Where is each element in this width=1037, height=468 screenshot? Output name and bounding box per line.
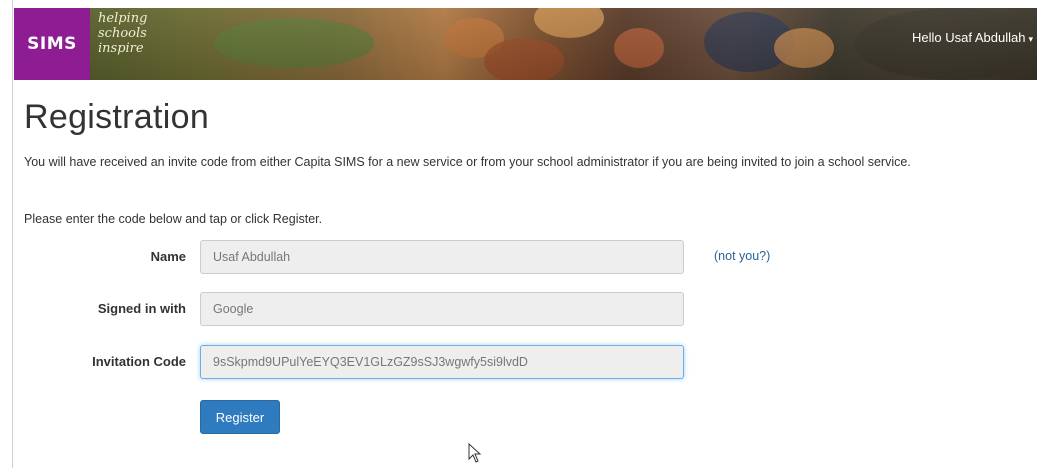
invitation-code-input[interactable]: 9sSkpmd9UPulYeEYQ3EV1GLzGZ9sSJ3wgwfy5si9… bbox=[200, 345, 684, 379]
tagline-line-1: helping bbox=[98, 11, 148, 26]
instruction-text: Please enter the code below and tap or c… bbox=[24, 212, 323, 226]
name-field[interactable]: Usaf Abdullah bbox=[200, 240, 684, 274]
not-you-link[interactable]: (not you?) bbox=[714, 249, 770, 263]
register-button[interactable]: Register bbox=[200, 400, 280, 434]
mouse-pointer-icon bbox=[468, 443, 482, 463]
caret-down-icon: ▾ bbox=[1028, 34, 1033, 44]
user-greeting: Hello Usaf Abdullah bbox=[912, 30, 1026, 45]
intro-text: You will have received an invite code fr… bbox=[24, 155, 911, 169]
sims-logo[interactable]: SIMS bbox=[14, 8, 90, 80]
tagline-line-2: schools bbox=[98, 26, 147, 41]
site-header: SIMS helping schools inspire Hello Usaf … bbox=[14, 8, 1037, 80]
page-title: Registration bbox=[24, 98, 210, 136]
invitation-label: Invitation Code bbox=[92, 354, 186, 369]
tagline: helping schools inspire bbox=[98, 8, 188, 80]
signed-in-field[interactable]: Google bbox=[200, 292, 684, 326]
logo-text: SIMS bbox=[27, 34, 77, 54]
signed-in-row: Signed in with Google bbox=[24, 292, 1024, 326]
user-menu[interactable]: Hello Usaf Abdullah ▾ bbox=[912, 30, 1033, 45]
signed-in-label: Signed in with bbox=[97, 301, 186, 316]
tagline-line-3: inspire bbox=[98, 41, 144, 56]
name-label: Name bbox=[150, 249, 186, 264]
main-content: Registration You will have received an i… bbox=[24, 94, 1024, 434]
invitation-row: Invitation Code 9sSkpmd9UPulYeEYQ3EV1GLz… bbox=[24, 345, 1024, 379]
name-row: Name Usaf Abdullah (not you?) bbox=[24, 240, 1024, 274]
